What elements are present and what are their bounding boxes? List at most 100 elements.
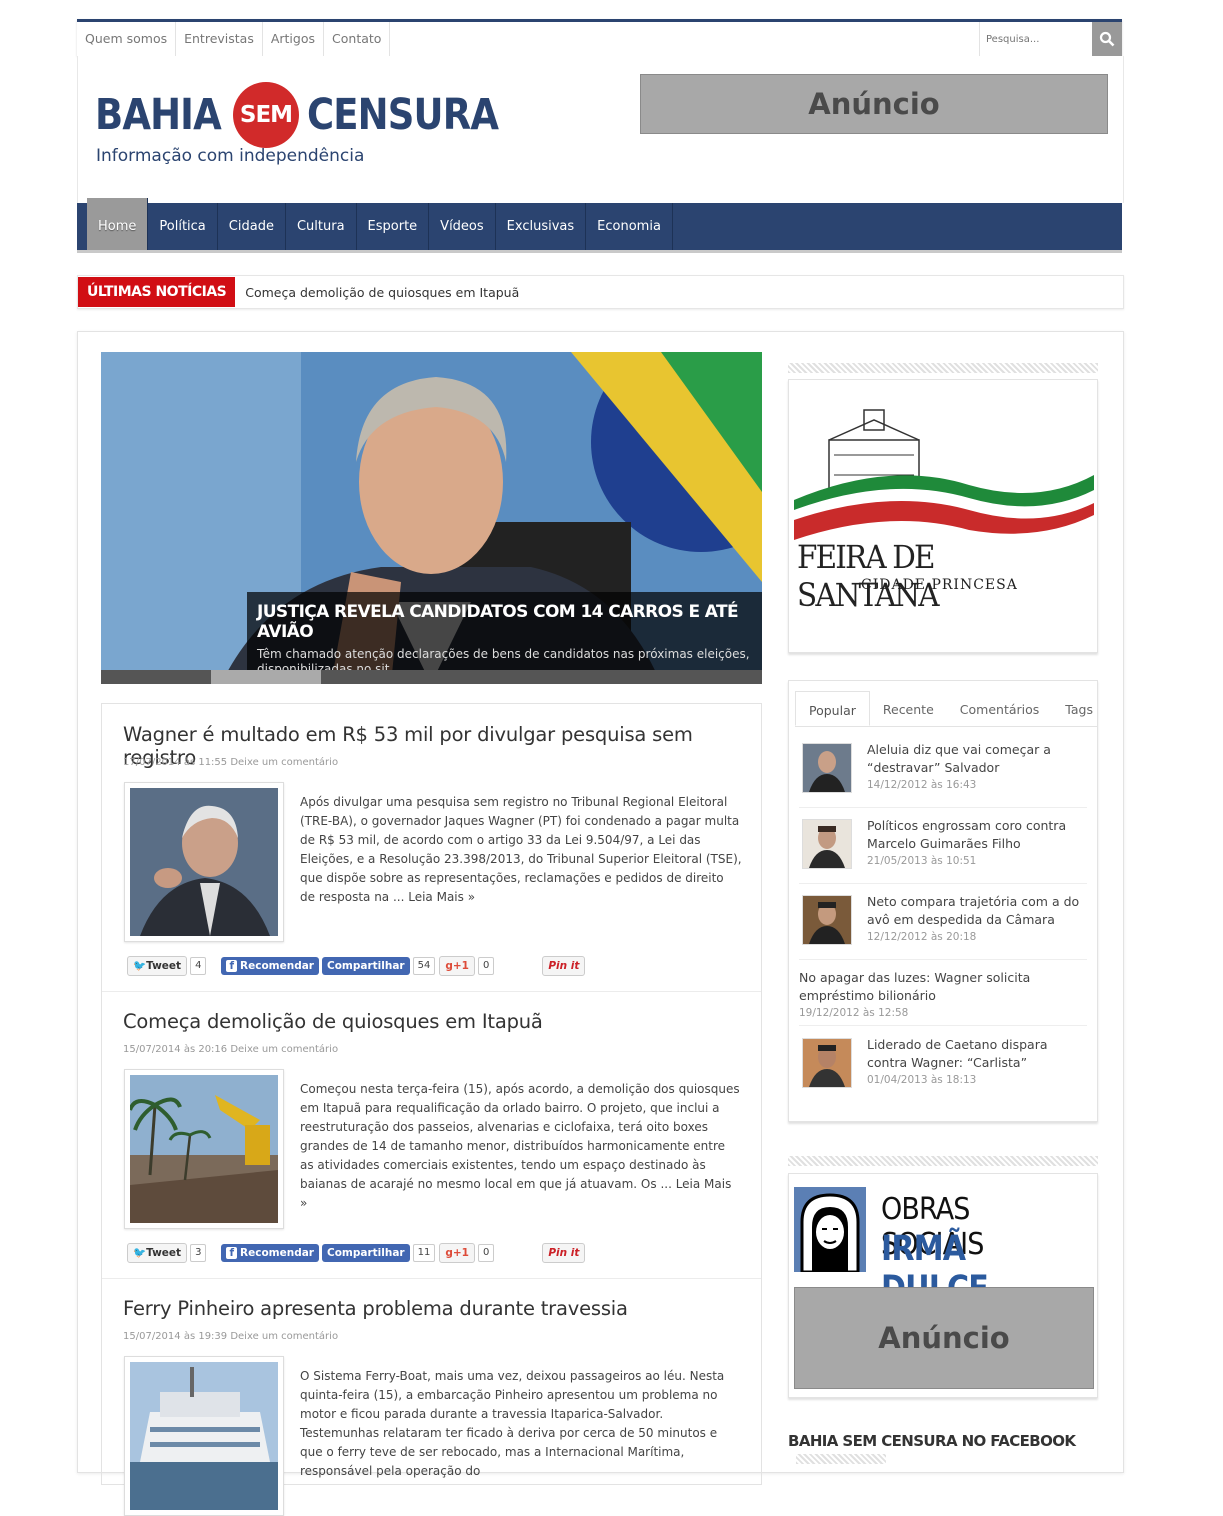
- popular-item[interactable]: No apagar das luzes: Wagner solicita emp…: [799, 967, 1087, 1026]
- post-title[interactable]: Começa demolição de quiosques em Itapuã: [123, 1010, 543, 1033]
- popular-thumb: [802, 743, 852, 793]
- post-list: Wagner é multado em R$ 53 mil por divulg…: [101, 703, 762, 1516]
- logo-sem-badge: SEM: [233, 82, 299, 148]
- nav-politica[interactable]: Política: [148, 203, 218, 250]
- widget-divider: [788, 363, 1098, 373]
- popular-title[interactable]: Políticos engrossam coro contra Marcelo …: [867, 817, 1082, 853]
- tab-popular[interactable]: Popular: [795, 691, 870, 726]
- ticker-label: ÚLTIMAS NOTÍCIAS: [78, 277, 236, 307]
- title-stripe: [796, 1454, 886, 1464]
- site-header: BAHIA SEM CENSURA Informação com indepen…: [77, 56, 1124, 203]
- nav-cultura[interactable]: Cultura: [286, 203, 357, 250]
- featured-slider[interactable]: JUSTIÇA REVELA CANDIDATOS COM 14 CARROS …: [101, 352, 762, 684]
- sidebar-ad-banner[interactable]: Anúncio: [794, 1287, 1094, 1389]
- twitter-icon: 🐦: [133, 1247, 147, 1259]
- ticker-headline[interactable]: Começa demolição de quiosques em Itapuã: [245, 285, 519, 300]
- post-title[interactable]: Ferry Pinheiro apresenta problema durant…: [123, 1297, 628, 1320]
- post-excerpt: O Sistema Ferry-Boat, mais uma vez, deix…: [300, 1369, 725, 1478]
- gplus-icon: g: [445, 1247, 453, 1259]
- main-nav: Home Política Cidade Cultura Esporte Víd…: [77, 198, 1122, 250]
- nav-esporte[interactable]: Esporte: [357, 203, 430, 250]
- nav-cidade[interactable]: Cidade: [218, 203, 286, 250]
- post-item: Wagner é multado em R$ 53 mil por divulg…: [102, 704, 761, 992]
- gplus-count: 0: [477, 957, 495, 975]
- slider-progress-active: [211, 670, 321, 684]
- header-ad-banner[interactable]: Anúncio: [640, 74, 1108, 134]
- top-nav: Quem somos Entrevistas Artigos Contato: [77, 22, 1122, 56]
- topnav-entrevistas[interactable]: Entrevistas: [176, 22, 263, 56]
- facebook-share-button[interactable]: Compartilhar: [321, 957, 410, 975]
- popular-date: 19/12/2012 às 12:58: [799, 1007, 909, 1019]
- feira-title: FEIRA DE SANTANA: [797, 538, 939, 614]
- popular-date: 01/04/2013 às 18:13: [867, 1074, 977, 1086]
- widget-tabs: Popular Recente Comentários Tags: [795, 691, 1097, 727]
- post-excerpt: Começou nesta terça-feira (15), após aco…: [300, 1082, 740, 1210]
- nav-videos[interactable]: Vídeos: [429, 203, 496, 250]
- feira-de-santana-ad[interactable]: FEIRA DE SANTANA CIDADE PRINCESA: [788, 379, 1098, 653]
- breaking-news-ticker: ÚLTIMAS NOTÍCIAS Começa demolição de qui…: [77, 275, 1124, 309]
- popular-title[interactable]: Liderado de Caetano dispara contra Wagne…: [867, 1036, 1082, 1072]
- tab-recente[interactable]: Recente: [870, 691, 947, 726]
- nav-economia[interactable]: Economia: [586, 203, 673, 250]
- irma-dulce-logo: [794, 1187, 866, 1272]
- popular-title[interactable]: Neto compara trajetória com a do avô em …: [867, 893, 1082, 929]
- popular-date: 21/05/2013 às 10:51: [867, 855, 977, 867]
- post-item: Ferry Pinheiro apresenta problema durant…: [102, 1278, 761, 1516]
- post-meta: 17/07/2014 às 11:55 Deixe um comentário: [123, 757, 339, 768]
- slider-title[interactable]: JUSTIÇA REVELA CANDIDATOS COM 14 CARROS …: [257, 602, 752, 642]
- obras-sociais-ad[interactable]: OBRAS SOCIAIS IRMÃ DULCE Anúncio: [788, 1173, 1098, 1398]
- post-thumbnail[interactable]: [124, 1356, 284, 1516]
- topnav-contato[interactable]: Contato: [324, 22, 391, 56]
- topnav-quem-somos[interactable]: Quem somos: [77, 22, 177, 56]
- popular-item[interactable]: Neto compara trajetória com a do avô em …: [799, 891, 1087, 960]
- popular-title[interactable]: No apagar das luzes: Wagner solicita emp…: [799, 969, 1089, 1005]
- search-icon: [1099, 31, 1115, 47]
- facebook-count: 11: [412, 1244, 436, 1262]
- facebook-count: 54: [412, 957, 436, 975]
- site-logo[interactable]: BAHIA SEM CENSURA: [95, 82, 529, 148]
- post-item: Começa demolição de quiosques em Itapuã …: [102, 991, 761, 1279]
- post-photo: [130, 788, 278, 936]
- facebook-recommend-button[interactable]: f Recomendar: [221, 1244, 319, 1262]
- tweet-count: 3: [190, 1244, 207, 1262]
- popular-date: 14/12/2012 às 16:43: [867, 779, 977, 791]
- top-bar: Quem somos Entrevistas Artigos Contato: [77, 19, 1122, 56]
- facebook-icon: f: [226, 1247, 238, 1259]
- post-thumbnail[interactable]: [124, 782, 284, 942]
- logo-censura: CENSURA: [307, 90, 499, 140]
- search-input[interactable]: [979, 22, 1092, 56]
- post-photo: [130, 1362, 278, 1510]
- gplus-button[interactable]: g+1: [439, 956, 475, 976]
- share-bar: 🐦Tweet 3 f Recomendar Compartilhar 11 g+1…: [127, 1243, 588, 1263]
- search-box: [979, 22, 1122, 56]
- popular-item[interactable]: Políticos engrossam coro contra Marcelo …: [799, 815, 1087, 884]
- facebook-share-button[interactable]: Compartilhar: [321, 1244, 410, 1262]
- tab-comentarios[interactable]: Comentários: [947, 691, 1053, 726]
- post-photo: [130, 1075, 278, 1223]
- popular-item[interactable]: Liderado de Caetano dispara contra Wagne…: [799, 1034, 1087, 1102]
- post-meta: 15/07/2014 às 20:16 Deixe um comentário: [123, 1044, 339, 1055]
- slider-progress[interactable]: [101, 670, 762, 684]
- pinterest-button[interactable]: Pin it: [542, 956, 586, 976]
- facebook-recommend-button[interactable]: f Recomendar: [221, 957, 319, 975]
- search-button[interactable]: [1092, 22, 1122, 56]
- nav-exclusivas[interactable]: Exclusivas: [496, 203, 587, 250]
- tab-tags[interactable]: Tags: [1052, 691, 1106, 726]
- topnav-artigos[interactable]: Artigos: [263, 22, 325, 56]
- post-excerpt: Após divulgar uma pesquisa sem registro …: [300, 795, 742, 904]
- gplus-button[interactable]: g+1: [439, 1243, 475, 1263]
- popular-date: 12/12/2012 às 20:18: [867, 931, 977, 943]
- slider-caption[interactable]: JUSTIÇA REVELA CANDIDATOS COM 14 CARROS …: [247, 592, 762, 676]
- pinterest-button[interactable]: Pin it: [542, 1243, 586, 1263]
- popular-title[interactable]: Aleluia diz que vai começar a “destravar…: [867, 741, 1082, 777]
- post-thumbnail[interactable]: [124, 1069, 284, 1229]
- gplus-icon: g: [445, 960, 453, 972]
- tweet-button[interactable]: 🐦Tweet: [127, 1243, 188, 1263]
- popular-item[interactable]: Aleluia diz que vai começar a “destravar…: [799, 739, 1087, 808]
- feira-subtitle: CIDADE PRINCESA: [861, 577, 1018, 593]
- tabs-widget: Popular Recente Comentários Tags Aleluia…: [788, 680, 1098, 1122]
- share-bar: 🐦Tweet 4 f Recomendar Compartilhar 54 g+1…: [127, 956, 588, 976]
- tweet-button[interactable]: 🐦Tweet: [127, 956, 188, 976]
- twitter-icon: 🐦: [133, 960, 147, 972]
- nav-home[interactable]: Home: [87, 198, 149, 250]
